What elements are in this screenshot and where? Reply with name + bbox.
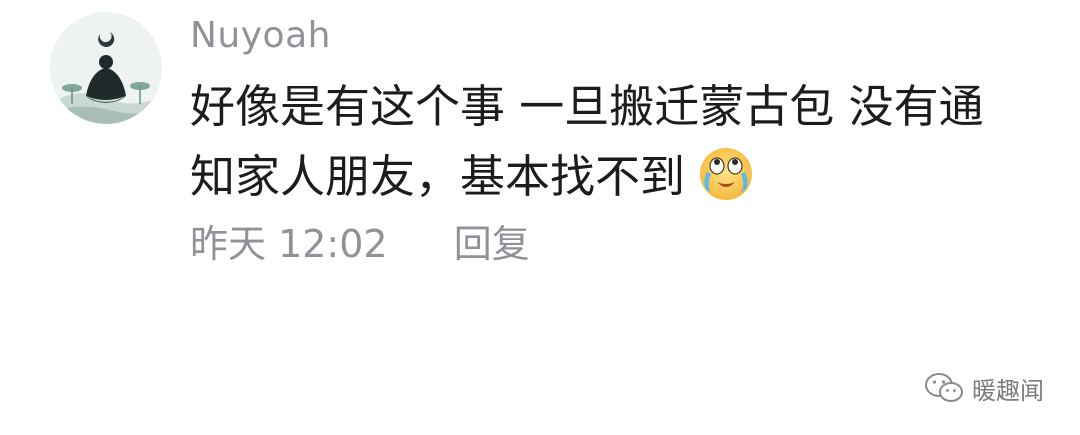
reply-button[interactable]: 回复: [454, 222, 530, 266]
comment-item: Nuyoah 好像是有这个事 一旦搬迁蒙古包 没有通 知家人朋友，基本找不到 昨…: [0, 0, 1080, 300]
comment-text: 好像是有这个事 一旦搬迁蒙古包 没有通 知家人朋友，基本找不到: [190, 72, 1050, 212]
crying-laughing-emoji-icon: [700, 148, 753, 200]
comment-line-2: 知家人朋友，基本找不到: [190, 142, 1050, 212]
watermark: 暖趣闻: [924, 368, 1044, 408]
comment-time: 昨天 12:02: [190, 222, 388, 266]
username[interactable]: Nuyoah: [190, 14, 331, 58]
meditating-figure-icon: [50, 12, 162, 124]
avatar[interactable]: [50, 12, 162, 124]
comment-meta: 昨天 12:02 回复: [190, 220, 530, 268]
wechat-icon: [925, 373, 963, 402]
comment-line-1: 好像是有这个事 一旦搬迁蒙古包 没有通: [190, 80, 984, 133]
comment-line-2-text: 知家人朋友，基本找不到: [190, 150, 686, 203]
watermark-text: 暖趣闻: [972, 376, 1044, 405]
